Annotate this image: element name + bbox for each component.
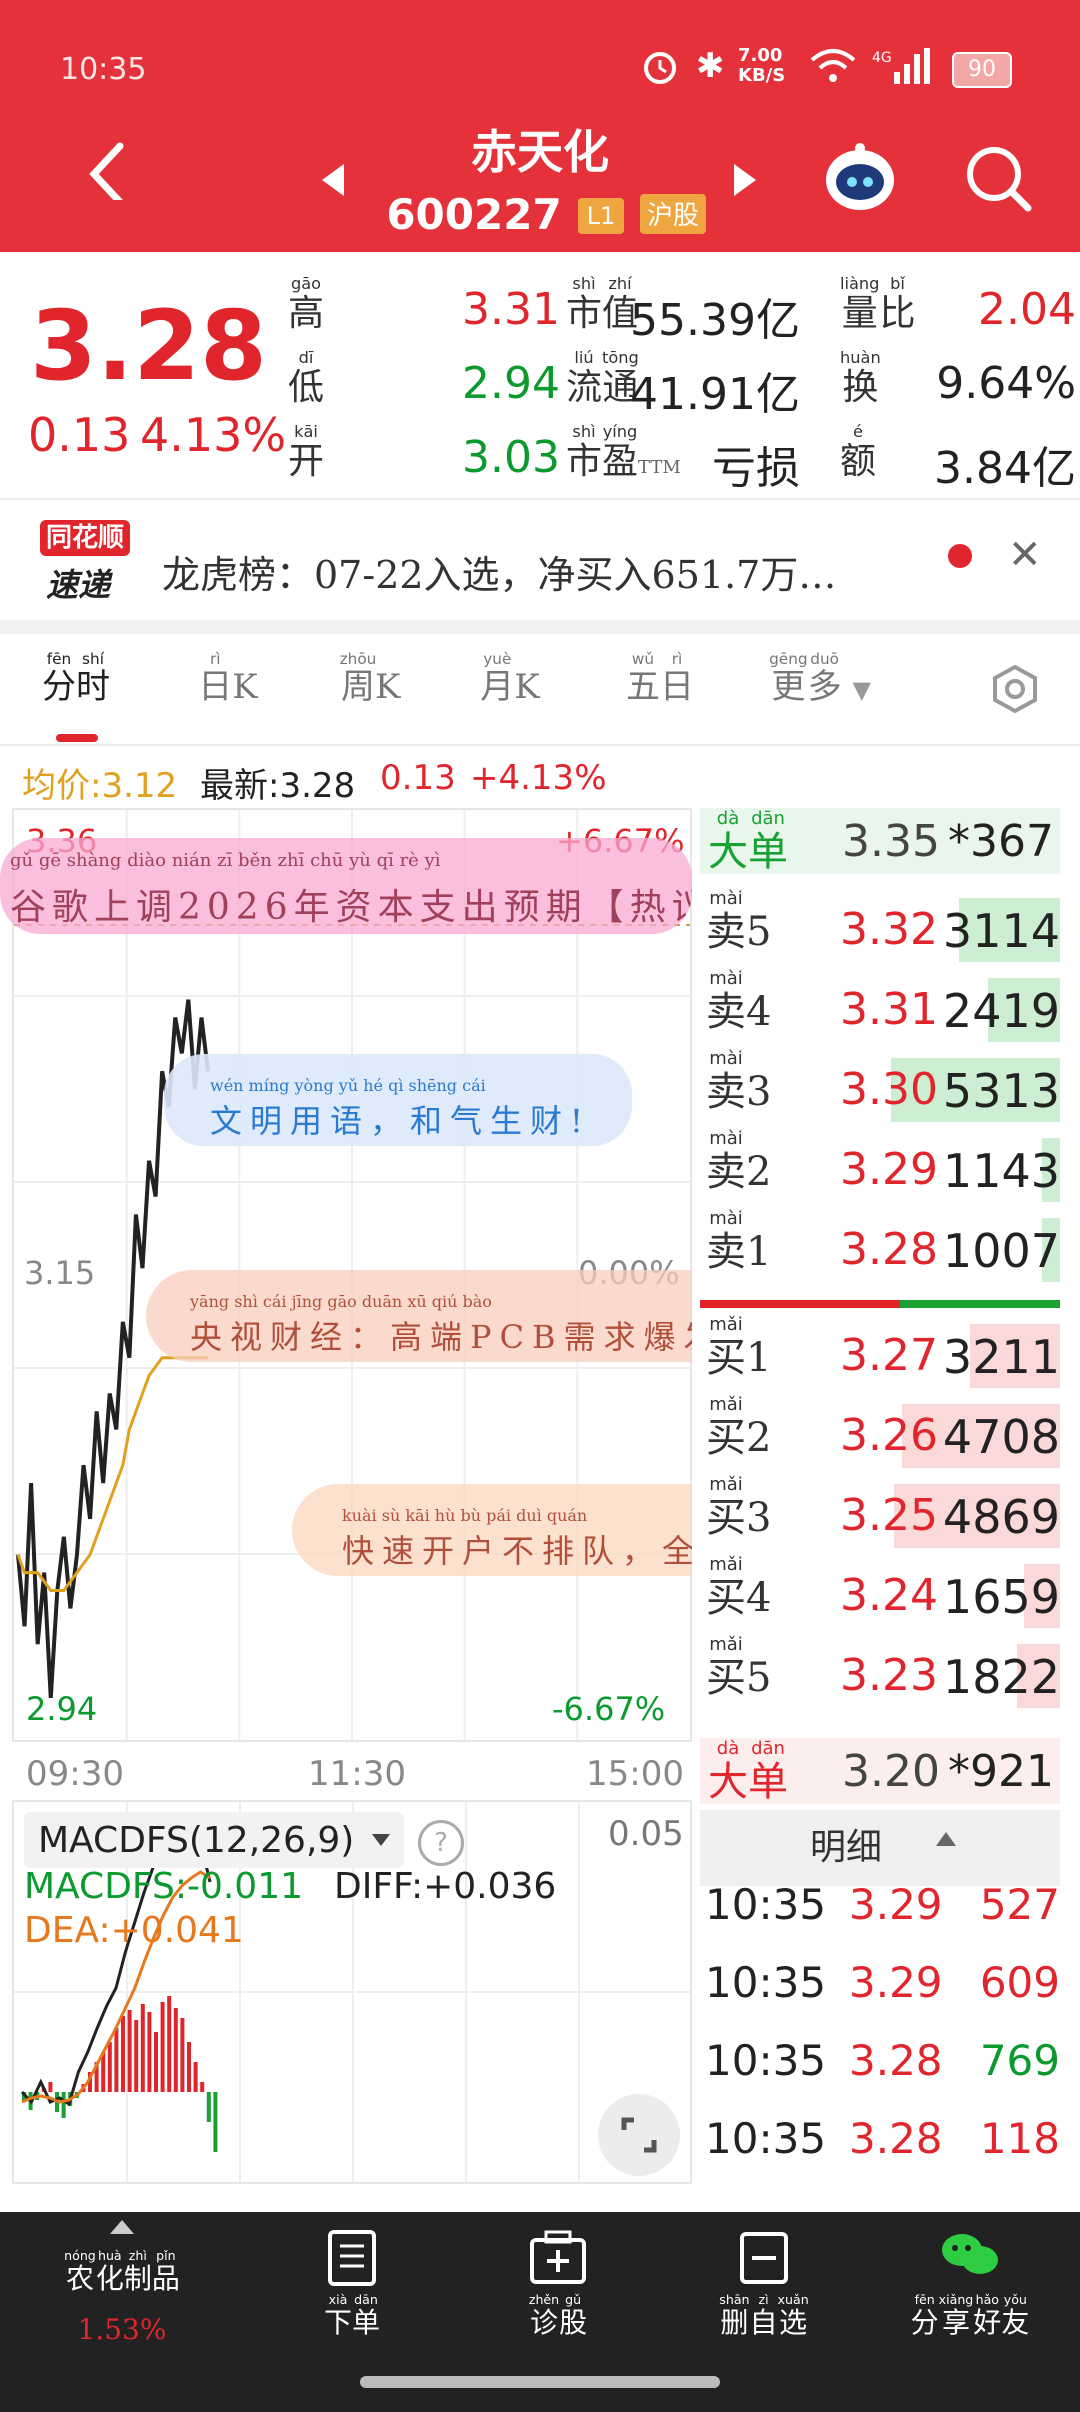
sell-level-volume: 3114 [942, 904, 1060, 958]
buy-level-volume: 4708 [942, 1410, 1060, 1464]
sell-level-volume: 1007 [942, 1224, 1060, 1278]
diagnose-stock-button[interactable]: 诊zhěn股gǔ [458, 2220, 658, 2341]
buy-level-volume: 1659 [942, 1570, 1060, 1624]
bottom-nav-items: 农nóng化huà制zhì品pǐn 1.53% 下xià单dān 诊zhěn股gǔ 删s… [0, 0, 1080, 2412]
share-friends-button[interactable]: 分fēn享xiǎng好hǎo友yǒu [870, 2220, 1070, 2341]
nav-sub: 1.53% [77, 2313, 167, 2346]
wechat-icon [870, 2230, 1070, 2294]
nav-label: 农nóng化huà制zhì品pǐn [64, 2248, 180, 2295]
sell-level-volume: 2419 [942, 984, 1060, 1038]
sell-level-volume: 1143 [942, 1144, 1060, 1198]
nav-label: 诊zhěn股gǔ [528, 2292, 588, 2339]
sell-level-volume: 5313 [942, 1064, 1060, 1118]
sector-industry-button[interactable]: 农nóng化huà制zhì品pǐn 1.53% [22, 2220, 222, 2346]
nav-label: 下xià单dān [323, 2292, 381, 2339]
diagnose-icon [458, 2230, 658, 2294]
place-order-button[interactable]: 下xià单dān [252, 2220, 452, 2341]
buy-level-volume: 4869 [942, 1490, 1060, 1544]
buy-level-volume: 1822 [942, 1650, 1060, 1704]
order-icon [252, 2230, 452, 2294]
home-indicator[interactable] [360, 2376, 720, 2388]
buy-level-volume: 3211 [942, 1330, 1060, 1384]
remove-watchlist-button[interactable]: 删shān自zì选xuǎn [664, 2220, 864, 2341]
nav-label: 分fēn享xiǎng好hǎo友yǒu [910, 2292, 1030, 2339]
remove-icon [664, 2230, 864, 2294]
nav-label: 删shān自zì选xuǎn [719, 2292, 809, 2339]
